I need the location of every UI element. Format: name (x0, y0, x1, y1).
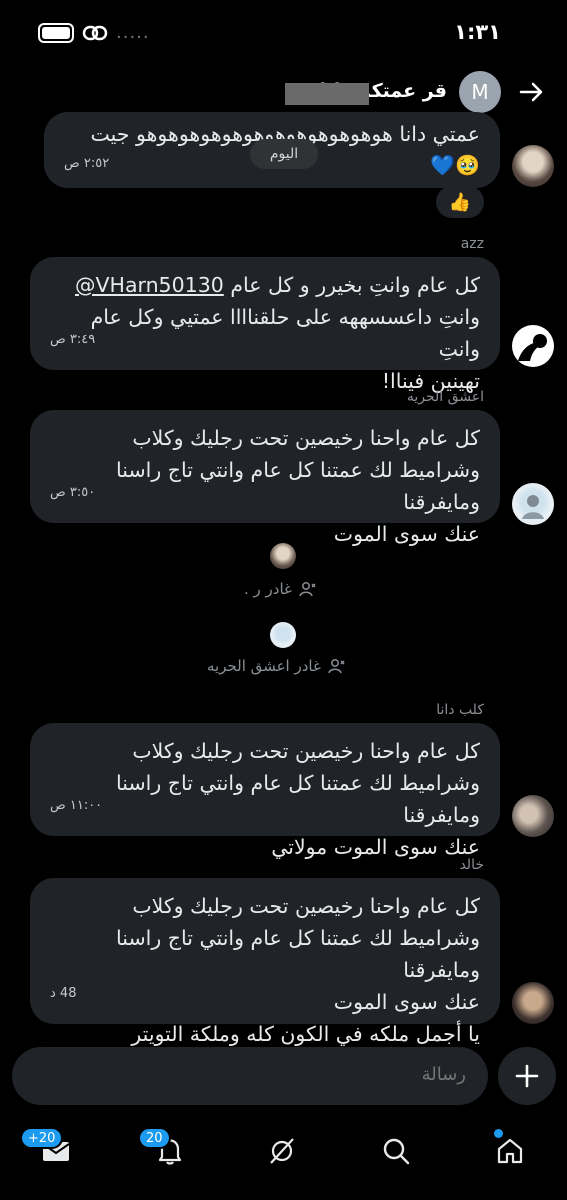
message-line: كل عام وانتِ بخيرر و كل عام @VHarn50130 (75, 273, 480, 297)
message-line: كل عام واحنا رخيصين تحت رجليك وكلاب (132, 426, 480, 450)
plus-icon (515, 1064, 539, 1088)
link-icon (82, 25, 108, 40)
message-time: 48 د (50, 986, 77, 1001)
message-line: وانتِ داعسسههه على حلقناااا عمتيي وكل عا… (90, 305, 480, 361)
back-button[interactable] (513, 74, 549, 110)
system-avatar (270, 543, 296, 569)
message-line: عنك سوى الموت (333, 990, 480, 1014)
sender-name: كلب دانا (436, 702, 484, 718)
avatar[interactable] (512, 483, 554, 525)
avatar[interactable] (512, 325, 554, 367)
message-time: ٣:٤٩ ص (50, 332, 96, 347)
avatar[interactable] (512, 795, 554, 837)
date-separator: اليوم (250, 139, 318, 169)
messages-badge: +20 (20, 1127, 64, 1149)
tab-grok[interactable] (260, 1129, 304, 1173)
avatar[interactable] (512, 145, 554, 187)
user-leave-icon (328, 659, 345, 674)
message-line: يا أجمل ملكه في الكون كله وملكة التويتر (131, 1022, 480, 1046)
message-bubble[interactable]: كل عام واحنا رخيصين تحت رجليك وكلاب وشرا… (30, 410, 500, 546)
message-bubble[interactable]: كل عام واحنا رخيصين تحت رجليك وكلاب وشرا… (30, 723, 500, 859)
system-text: غادر اعشق الحريه (207, 657, 321, 675)
system-message: غادر ر . (244, 580, 316, 598)
status-icons: ..... (38, 22, 150, 43)
search-icon (383, 1138, 410, 1165)
grok-icon (270, 1138, 294, 1164)
sender-name: خالد (459, 857, 484, 873)
message-time: ١١:٠٠ ص (50, 798, 103, 813)
home-unread-dot (494, 1129, 503, 1138)
notifications-badge: 20 (138, 1127, 171, 1149)
message-bubble[interactable]: كل عام وانتِ بخيرر و كل عام @VHarn50130 … (30, 257, 500, 393)
message-line: كل عام واحنا رخيصين تحت رجليك وكلاب (132, 894, 480, 918)
add-attachment-button[interactable] (498, 1047, 556, 1105)
avatar[interactable] (512, 982, 554, 1024)
system-message: غادر اعشق الحريه (207, 657, 345, 675)
arrow-right-icon (519, 82, 543, 102)
user-leave-icon (299, 582, 316, 597)
message-bubble[interactable]: كل عام واحنا رخيصين تحت رجليك وكلاب وشرا… (30, 878, 500, 1046)
message-time: ٣:٥٠ ص (50, 485, 96, 500)
sender-name: azz (460, 236, 484, 252)
system-text: غادر ر . (244, 580, 292, 598)
home-icon (497, 1138, 523, 1164)
system-avatar (270, 622, 296, 648)
message-line: عنك سوى الموت مولاتي (271, 835, 480, 859)
message-time: ٢:٥٢ ص (64, 156, 110, 171)
status-bar: ..... ١:٣١ (0, 0, 567, 62)
message-line: وشراميط لك عمتنا كل عام وانتي تاج راسنا … (116, 458, 480, 514)
signal-dots: ..... (116, 22, 150, 43)
message-line: كل عام واحنا رخيصين تحت رجليك وكلاب (132, 739, 480, 763)
message-line: وشراميط لك عمتنا كل عام وانتي تاج راسنا … (116, 771, 480, 827)
battery-icon (38, 22, 74, 43)
message-line: عنك سوى الموت (333, 522, 480, 546)
sender-name: اعشق الحريه (406, 389, 484, 405)
bottom-tab-bar: +20 20 (0, 1115, 567, 1200)
message-composer[interactable] (12, 1047, 488, 1105)
group-avatar[interactable]: M (459, 71, 501, 113)
status-time: ١:٣١ (454, 20, 501, 44)
message-line: وشراميط لك عمتنا كل عام وانتي تاج راسنا … (116, 926, 480, 982)
tab-search[interactable] (374, 1129, 418, 1173)
message-input[interactable] (166, 1064, 466, 1085)
mention-link[interactable]: @VHarn50130 (75, 273, 224, 297)
redaction-box (285, 83, 369, 105)
reaction-chip[interactable]: 👍 (436, 186, 484, 218)
